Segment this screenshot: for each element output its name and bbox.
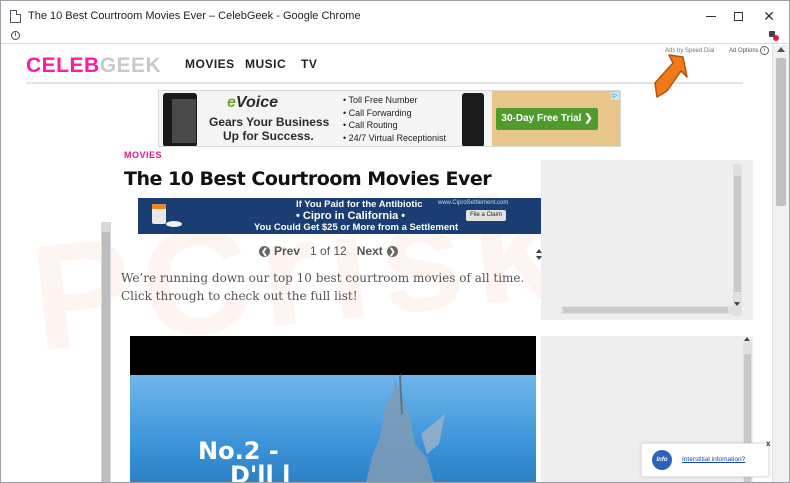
list-item: Call Forwarding bbox=[343, 107, 446, 120]
list-item: Call Routing bbox=[343, 119, 446, 132]
maximize-button[interactable] bbox=[723, 5, 753, 27]
header-divider bbox=[26, 82, 743, 84]
window-title: The 10 Best Courtroom Movies Ever – Cele… bbox=[28, 10, 361, 22]
cipro-line-3: You Could Get $25 or More from a Settlem… bbox=[254, 222, 459, 233]
feature-headline-2: D'll l bbox=[230, 461, 291, 483]
prev-icon[interactable]: ❮ bbox=[259, 245, 270, 257]
scroll-down-icon[interactable] bbox=[734, 302, 740, 306]
interstitial-info-popup[interactable]: Info Interstitial infomation? x bbox=[641, 439, 770, 477]
close-icon: ✕ bbox=[763, 7, 775, 24]
banner-headline-1: Gears Your Business bbox=[209, 115, 330, 129]
list-item: Toll Free Number bbox=[343, 94, 446, 107]
file-claim-button[interactable]: File a Claim bbox=[466, 210, 506, 221]
page-scrollbar[interactable] bbox=[772, 45, 789, 482]
page-viewport: PCrisk CELEBGEEK MOVIES MUSIC TV Ads by … bbox=[1, 45, 772, 483]
cipro-site-url: www.CiproSettlement.com bbox=[438, 200, 509, 206]
next-icon[interactable]: ❯ bbox=[386, 245, 398, 257]
minimize-button[interactable] bbox=[696, 5, 726, 27]
cipro-banner-ad[interactable]: If You Paid for the Antibiotic • Cipro i… bbox=[138, 198, 541, 234]
sky-background bbox=[130, 375, 536, 482]
cipro-line-2: • Cipro in California • bbox=[296, 210, 406, 222]
scroll-thumb[interactable] bbox=[776, 58, 786, 206]
ad-options-info-icon[interactable]: i bbox=[760, 46, 769, 55]
sidebar-ad-slot-1[interactable] bbox=[541, 160, 753, 320]
list-item: 24/7 Virtual Receptionist bbox=[343, 132, 446, 145]
article-category[interactable]: MOVIES bbox=[124, 150, 162, 160]
page-status: 1 of 12 bbox=[310, 244, 347, 258]
title-bar: The 10 Best Courtroom Movies Ever – Cele… bbox=[1, 1, 789, 31]
browser-window: The 10 Best Courtroom Movies Ever – Cele… bbox=[0, 0, 790, 483]
scroll-down-icon[interactable] bbox=[536, 256, 542, 260]
logo-part-celeb: CELEB bbox=[26, 54, 100, 77]
banner-feature-list: Toll Free Number Call Forwarding Call Ro… bbox=[343, 94, 447, 145]
close-icon[interactable]: x bbox=[766, 439, 770, 448]
info-badge-icon: Info bbox=[652, 450, 672, 470]
minimize-icon bbox=[706, 15, 716, 17]
site-info-icon[interactable]: i bbox=[11, 31, 20, 40]
orange-arrow-icon bbox=[654, 54, 688, 98]
next-button[interactable]: Next bbox=[357, 244, 383, 258]
extension-icon[interactable] bbox=[769, 31, 779, 41]
page-title: The 10 Best Courtroom Movies Ever bbox=[124, 168, 492, 190]
pill-bottle-icon bbox=[152, 204, 182, 227]
ad-options-link[interactable]: Ad Options bbox=[729, 48, 759, 54]
nav-music[interactable]: MUSIC bbox=[245, 57, 286, 71]
article-intro: We’re running down our top 10 best court… bbox=[121, 271, 525, 303]
adchoices-icon[interactable]: ▷ bbox=[611, 92, 619, 100]
scroll-up-icon[interactable] bbox=[777, 47, 785, 52]
logo-part-geek: GEEK bbox=[99, 54, 162, 77]
site-logo[interactable]: CELEBGEEK bbox=[26, 54, 161, 78]
feature-image[interactable]: No.2 - D'll l bbox=[130, 336, 536, 483]
statue-image bbox=[366, 374, 445, 482]
interstitial-info-link[interactable]: Interstitial infomation? bbox=[682, 456, 745, 463]
scrollbar[interactable] bbox=[561, 306, 733, 314]
evoice-logo: eVoice bbox=[227, 94, 278, 111]
address-bar: i bbox=[1, 31, 789, 44]
phone-image bbox=[163, 93, 197, 146]
phone-image bbox=[462, 93, 484, 146]
free-trial-button[interactable]: 30-Day Free Trial ❯ bbox=[496, 108, 598, 130]
prev-button[interactable]: Prev bbox=[274, 244, 300, 258]
scroll-up-icon[interactable] bbox=[536, 249, 542, 253]
left-scroll-gutter[interactable] bbox=[101, 222, 111, 482]
slide-pager: ❮ Prev 1 of 12 Next ❯ bbox=[259, 244, 398, 258]
scrollbar[interactable] bbox=[733, 164, 742, 316]
maximize-icon bbox=[733, 11, 743, 21]
close-button[interactable]: ✕ bbox=[754, 5, 784, 27]
cipro-line-1: If You Paid for the Antibiotic bbox=[296, 199, 423, 210]
banner-headline-2: Up for Success. bbox=[223, 129, 314, 143]
nav-movies[interactable]: MOVIES bbox=[185, 57, 235, 71]
evoice-banner-ad[interactable]: eVoice Gears Your Business Up for Succes… bbox=[158, 90, 621, 147]
page-icon bbox=[10, 10, 21, 23]
nav-tv[interactable]: TV bbox=[301, 57, 317, 71]
scroll-up-icon[interactable] bbox=[744, 337, 750, 341]
